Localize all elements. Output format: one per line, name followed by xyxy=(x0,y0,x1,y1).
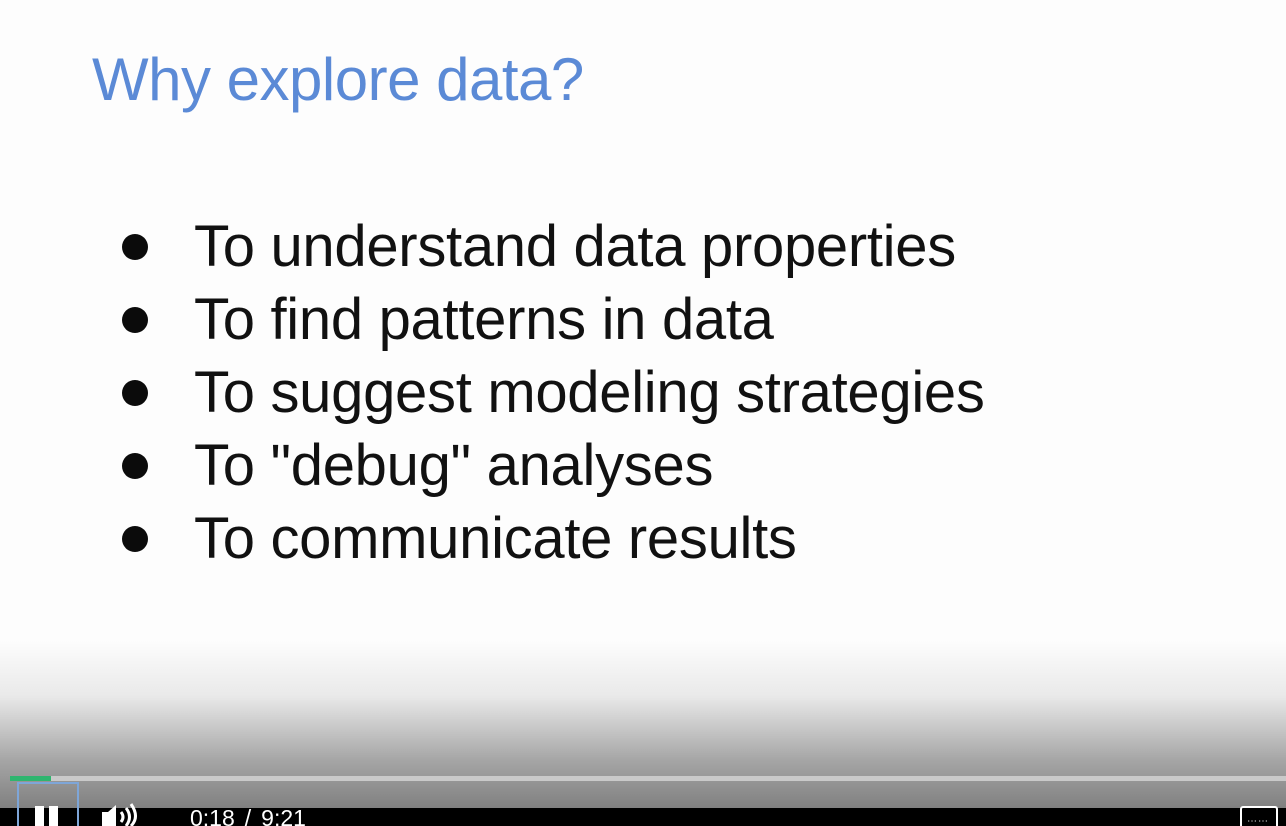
bullet-dot xyxy=(122,306,148,333)
volume-button[interactable] xyxy=(98,800,142,826)
time-display: 0:18 / 9:21 xyxy=(190,804,306,826)
time-separator: / xyxy=(244,805,252,826)
slide-title: Why explore data? xyxy=(92,46,584,113)
volume-icon xyxy=(102,803,137,826)
bullet-item: To find patterns in data xyxy=(122,283,985,356)
bullet-text: To understand data properties xyxy=(194,213,956,279)
bullet-dot xyxy=(122,525,148,552)
duration: 9:21 xyxy=(261,805,306,826)
bullet-text: To suggest modeling strategies xyxy=(194,359,985,425)
bullet-dot xyxy=(122,379,148,406)
current-time: 0:18 xyxy=(190,805,235,826)
bullet-text: To communicate results xyxy=(194,505,797,571)
bullet-item: To communicate results xyxy=(122,502,985,575)
transcript-icon: ⋯⋯ xyxy=(1247,816,1269,826)
bullet-dot xyxy=(122,233,148,260)
bullet-item: To suggest modeling strategies xyxy=(122,356,985,429)
pause-icon xyxy=(35,806,61,826)
bullet-item: To understand data properties xyxy=(122,210,985,283)
transcript-button[interactable]: ⋯⋯ xyxy=(1240,806,1278,826)
bullet-dot xyxy=(122,452,148,479)
progress-fill xyxy=(10,776,51,781)
bullet-item: To "debug" analyses xyxy=(122,429,985,502)
progress-bar[interactable] xyxy=(10,776,1286,781)
slide: Why explore data? To understand data pro… xyxy=(0,0,1286,826)
video-player[interactable]: Why explore data? To understand data pro… xyxy=(0,0,1286,826)
bullet-text: To find patterns in data xyxy=(194,286,774,352)
bullet-text: To "debug" analyses xyxy=(194,432,714,498)
pause-button[interactable] xyxy=(17,782,79,826)
bullet-list: To understand data properties To find pa… xyxy=(122,210,985,575)
